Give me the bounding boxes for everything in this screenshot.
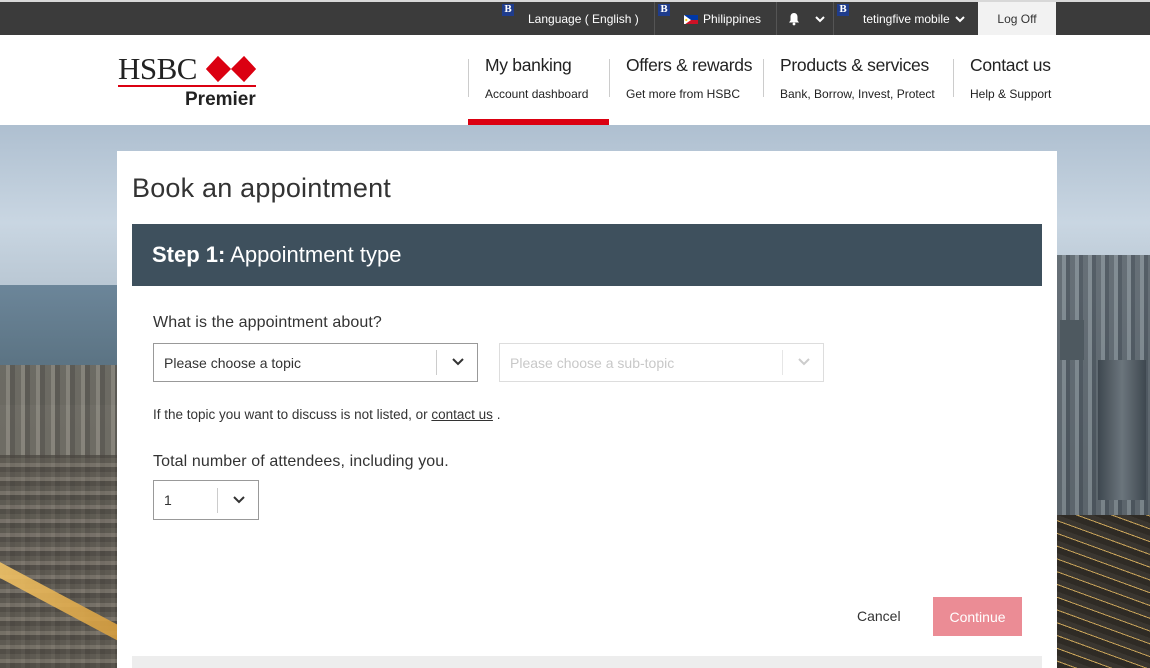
logo-underline [118,85,256,87]
b-badge-icon: B [837,4,849,16]
topic-select[interactable]: Please choose a topic [153,343,478,382]
notifications-button[interactable] [787,2,833,35]
main-header: HSBC Premier My banking Account dashboar… [0,35,1150,125]
appointment-card: Book an appointment Step 1: Appointment … [117,151,1057,668]
divider [776,2,777,35]
divider [654,2,655,35]
background-building [1060,320,1084,360]
b-badge-icon: B [502,4,514,16]
nav-products-services[interactable]: Products & services Bank, Borrow, Invest… [763,55,935,105]
topic-select-value: Please choose a topic [164,354,301,371]
chevron-down-icon [955,15,965,22]
attendees-select-value: 1 [164,492,172,508]
select-divider [782,350,783,375]
chevron-down-icon [815,15,825,22]
hsbc-hexagon-icon [206,56,256,82]
background-tower [1098,360,1146,500]
nav-title: Products & services [780,55,929,75]
chevron-down-icon [452,358,464,366]
nav-subtitle: Account dashboard [485,87,589,101]
attendees-question-label: Total number of attendees, including you… [153,453,449,470]
step-title: Appointment type [225,242,402,267]
language-selector[interactable]: Language ( English ) [528,2,639,35]
nav-subtitle: Get more from HSBC [626,87,741,101]
country-selector[interactable]: Philippines [684,2,761,35]
divider [833,2,834,35]
user-name-label: tetingfive mobile [863,11,950,26]
utility-bar: B Language ( English ) B Philippines B t… [0,0,1150,35]
logo-tier: Premier [185,89,256,110]
card-footer-strip [132,656,1042,668]
contact-us-link[interactable]: contact us [431,407,493,422]
page-title: Book an appointment [132,173,391,203]
step-header: Step 1: Appointment type [132,224,1042,286]
country-label: Philippines [703,11,762,26]
step-number: Step 1: [152,242,226,267]
chevron-down-icon [798,358,810,366]
chevron-down-icon [233,496,245,504]
cancel-button[interactable]: Cancel [857,608,901,624]
nav-offers-rewards[interactable]: Offers & rewards Get more from HSBC [609,55,752,105]
user-menu[interactable]: tetingfive mobile [863,2,965,35]
continue-button[interactable]: Continue [933,597,1022,636]
nav-subtitle: Bank, Borrow, Invest, Protect [780,87,935,101]
subtopic-select[interactable]: Please choose a sub-topic [499,343,824,382]
hsbc-premier-logo[interactable]: HSBC Premier [118,53,258,113]
attendees-select[interactable]: 1 [153,480,259,520]
select-divider [217,488,218,513]
nav-title: Offers & rewards [626,55,753,75]
bell-icon [789,12,799,25]
nav-subtitle: Help & Support [970,87,1052,101]
language-label: Language ( English ) [528,11,639,26]
nav-title: My banking [485,55,572,75]
logo-wordmark: HSBC [118,51,197,86]
help-text-prefix: If the topic you want to discuss is not … [153,407,432,422]
nav-my-banking[interactable]: My banking Account dashboard [468,55,588,105]
nav-title: Contact us [970,55,1051,75]
philippines-flag-icon [684,14,698,24]
log-off-button[interactable]: Log Off [978,2,1056,35]
background-city-lights [1057,515,1150,668]
select-divider [436,350,437,375]
topic-question-label: What is the appointment about? [153,314,382,331]
b-badge-icon: B [658,4,670,16]
subtopic-select-placeholder: Please choose a sub-topic [510,354,675,371]
nav-contact-us[interactable]: Contact us Help & Support [953,55,1051,105]
topic-help-text: If the topic you want to discuss is not … [153,407,500,422]
help-text-suffix: . [492,407,501,422]
